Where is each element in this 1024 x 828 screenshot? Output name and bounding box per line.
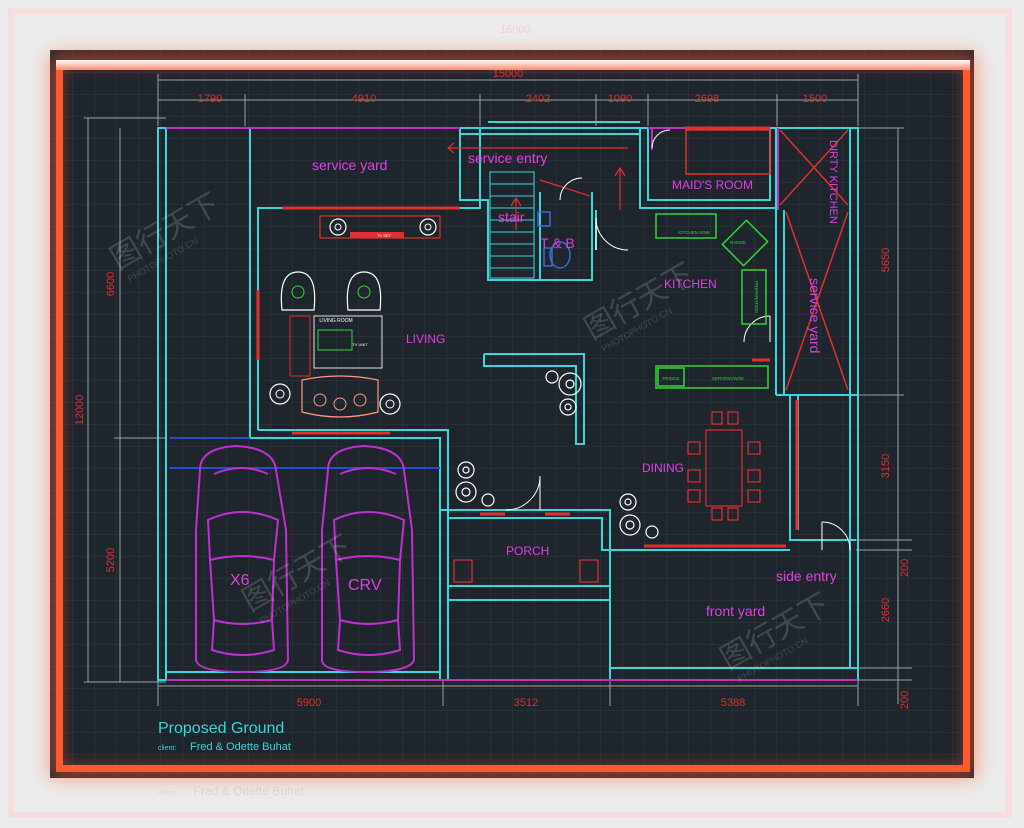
living-room-small-label: LIVING ROOM: [319, 318, 352, 324]
ghost-client-label: client:: [158, 790, 177, 797]
dim-top-4: 2698: [695, 93, 719, 105]
fixture-range: RANGE: [730, 240, 746, 245]
dim-right-3: 2660: [880, 598, 892, 622]
label-front-yard: front yard: [706, 603, 765, 619]
fixture-fridge: FRIDGE: [662, 376, 679, 381]
fixture-preparation: PREPARATION: [754, 281, 759, 313]
label-side-entry: side entry: [776, 568, 837, 584]
tv-label: TV SET: [377, 233, 392, 238]
dim-left-0: 6600: [105, 272, 117, 296]
dim-top-3: 1090: [608, 93, 632, 105]
label-service-yard-right: service yard: [807, 278, 823, 353]
label-service-yard-top: service yard: [312, 157, 387, 173]
dim-right-0: 5650: [880, 248, 892, 272]
label-t-and-b: T & B: [540, 235, 575, 251]
label-car-crv: CRV: [348, 577, 382, 594]
dim-top-5: 1500: [803, 93, 827, 105]
dim-left-2: 5200: [105, 548, 117, 572]
label-living: LIVING: [406, 332, 445, 346]
label-dining: DINING: [642, 461, 684, 475]
label-maids-room: MAID'S ROOM: [672, 178, 753, 192]
dim-top-0: 1790: [198, 93, 222, 105]
maids-bed: [685, 129, 771, 175]
dim-right-2: 200: [899, 559, 911, 577]
dim-bottom-1: 3512: [514, 697, 538, 709]
ghost-top-dimension: 15000: [500, 24, 531, 36]
label-dirty-kitchen: DIRTY KITCHEN: [827, 140, 839, 224]
dim-top-2: 2402: [526, 93, 550, 105]
dim-overall-top: 15000: [493, 68, 524, 80]
ghost-client-name: Fred & Odette Buhat: [193, 784, 304, 798]
label-porch: PORCH: [506, 544, 549, 558]
fixture-serving: SERVING/WOK: [712, 376, 744, 381]
label-stair: stair: [498, 209, 525, 225]
floor-plan: 15000 1790 4910 2402 1090 2698 1500 5900…: [74, 68, 912, 753]
cad-canvas: 15000 1790 4910 2402 1090 2698 1500 5900…: [50, 50, 974, 778]
tv-unit-label: TV UNIT: [352, 342, 368, 347]
dim-right-1: 3150: [880, 454, 892, 478]
drawing-title: Proposed Ground: [158, 720, 284, 737]
living-furniture: LIVING ROOM TV UNIT: [269, 271, 401, 418]
ghost-client: client: Fred & Odette Buhat: [158, 784, 304, 798]
stair: [489, 171, 535, 279]
car-x6: [195, 444, 290, 674]
tv-unit: TV SET: [319, 215, 441, 239]
client-name: Fred & Odette Buhat: [190, 741, 291, 753]
dim-left-1: 12000: [74, 395, 86, 426]
porch-planters: [453, 559, 599, 583]
fixture-kitchen-sink: KITCHEN SINK: [678, 230, 710, 235]
label-service-entry: service entry: [468, 150, 547, 166]
dim-bottom-2: 5388: [721, 697, 745, 709]
dim-bottom-0: 5900: [297, 697, 321, 709]
dim-top-1: 4910: [352, 93, 376, 105]
dining-table: [687, 411, 761, 521]
client-label: client:: [158, 745, 176, 752]
dim-right-4: 200: [899, 691, 911, 709]
